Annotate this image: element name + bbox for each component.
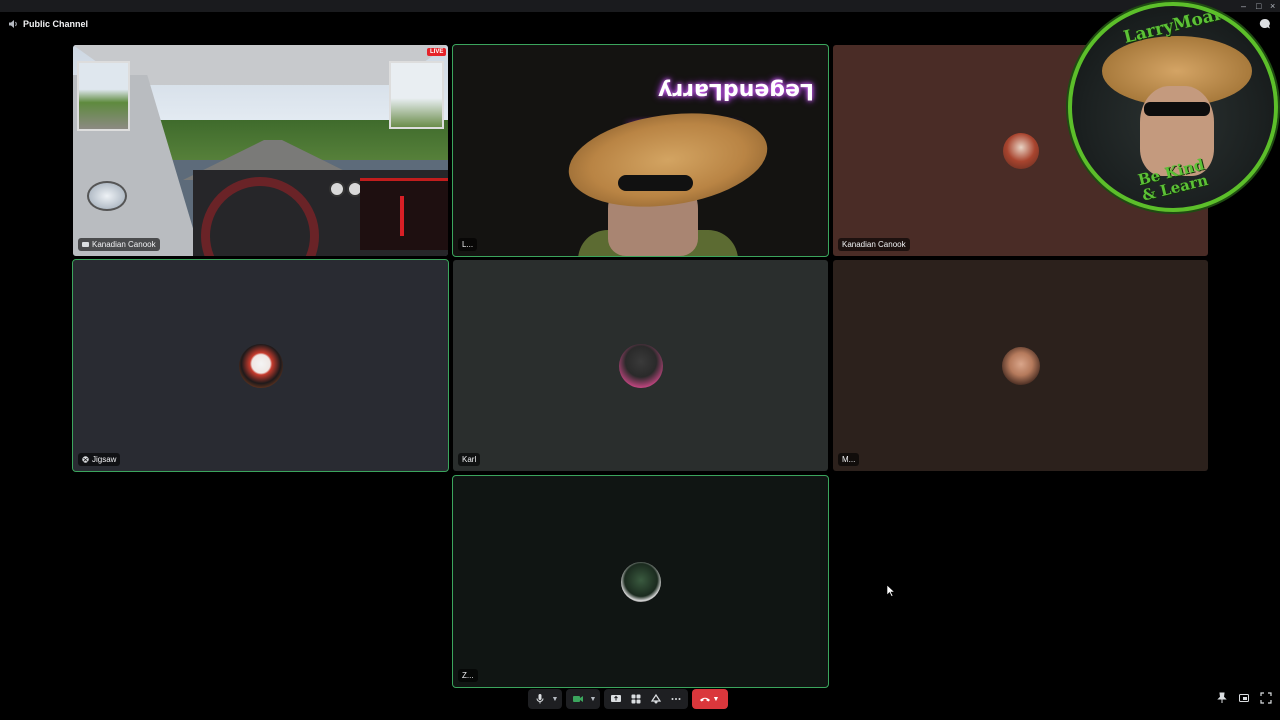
soundboard-button[interactable] bbox=[646, 689, 666, 709]
action-buttons bbox=[604, 689, 688, 709]
fullscreen-icon[interactable] bbox=[1260, 692, 1272, 704]
name-tag: Kanadian Canook bbox=[838, 238, 910, 251]
tile-karl[interactable]: Karl bbox=[453, 260, 828, 471]
camera-options-chevron-icon[interactable]: ▼ bbox=[588, 696, 598, 703]
participant-name: L... bbox=[462, 240, 474, 249]
streamer-logo: LarryMoar Be Kind & Learn bbox=[1068, 2, 1278, 212]
mouse-pointer-icon bbox=[887, 585, 895, 597]
participant-name: Z... bbox=[462, 671, 474, 680]
voice-call-window: – □ × Public Channel LIVE Kanadian Canoo… bbox=[0, 0, 1280, 720]
microphone-icon bbox=[536, 694, 544, 704]
chat-icon[interactable] bbox=[1259, 18, 1271, 30]
left-mirror bbox=[77, 61, 130, 131]
name-tag: Kanadian Canook bbox=[78, 238, 160, 251]
screen-share-button[interactable] bbox=[606, 689, 626, 709]
tile-jigsaw[interactable]: Jigsaw bbox=[72, 259, 449, 472]
avatar bbox=[620, 561, 661, 602]
avatar bbox=[1002, 132, 1039, 169]
game-hud-navigation bbox=[360, 178, 448, 250]
name-tag: M... bbox=[838, 453, 860, 466]
screen-share-icon bbox=[611, 695, 621, 702]
participant-name: Jigsaw bbox=[92, 455, 117, 464]
participant-name: Karl bbox=[462, 455, 477, 464]
channel-header: Public Channel bbox=[0, 14, 88, 34]
participant-name: Kanadian Canook bbox=[842, 240, 906, 249]
activities-button[interactable] bbox=[626, 689, 646, 709]
camera-button[interactable] bbox=[568, 689, 588, 709]
tile-z[interactable]: Z... bbox=[452, 475, 829, 688]
participant-name: M... bbox=[842, 455, 856, 464]
more-options-button[interactable] bbox=[666, 689, 686, 709]
name-tag: Karl bbox=[458, 453, 481, 466]
xbox-icon bbox=[82, 456, 89, 463]
avatar bbox=[618, 343, 663, 388]
disconnect-button[interactable]: ▼ bbox=[692, 689, 728, 709]
screen-share-icon bbox=[82, 241, 89, 247]
name-tag: L... bbox=[458, 238, 478, 251]
avatar bbox=[1001, 346, 1040, 385]
camera-icon bbox=[573, 696, 583, 702]
logo-glasses bbox=[1144, 102, 1210, 116]
sunglasses bbox=[618, 175, 693, 191]
participant-name: Kanadian Canook bbox=[92, 240, 156, 249]
live-badge: LIVE bbox=[427, 48, 447, 56]
call-controls: ▼ ▼ ▼ bbox=[528, 688, 728, 710]
round-mirror bbox=[87, 181, 127, 211]
mic-options-chevron-icon[interactable]: ▼ bbox=[550, 696, 560, 703]
microphone-button[interactable] bbox=[530, 689, 550, 709]
pin-icon[interactable] bbox=[1216, 692, 1228, 704]
neon-sign: LegendLarry bbox=[658, 78, 814, 103]
activities-icon bbox=[631, 694, 641, 704]
tile-m[interactable]: M... bbox=[833, 260, 1208, 471]
more-icon bbox=[671, 698, 681, 700]
hang-up-icon bbox=[700, 697, 710, 702]
speaker-icon bbox=[9, 20, 17, 28]
camera-control: ▼ bbox=[566, 689, 600, 709]
name-tag: Z... bbox=[458, 669, 478, 682]
channel-name: Public Channel bbox=[23, 19, 89, 29]
tile-webcam[interactable]: LegendLarry L... bbox=[452, 44, 829, 257]
name-tag: Jigsaw bbox=[78, 453, 121, 466]
title-bar: – □ × bbox=[0, 0, 1280, 12]
mic-control: ▼ bbox=[528, 689, 562, 709]
soundboard-icon bbox=[650, 693, 662, 704]
avatar bbox=[238, 343, 283, 388]
disconnect-options-chevron-icon[interactable]: ▼ bbox=[711, 696, 721, 703]
right-mirror bbox=[389, 61, 444, 129]
tile-stream[interactable]: LIVE Kanadian Canook bbox=[73, 45, 448, 256]
popout-icon[interactable] bbox=[1238, 692, 1250, 704]
